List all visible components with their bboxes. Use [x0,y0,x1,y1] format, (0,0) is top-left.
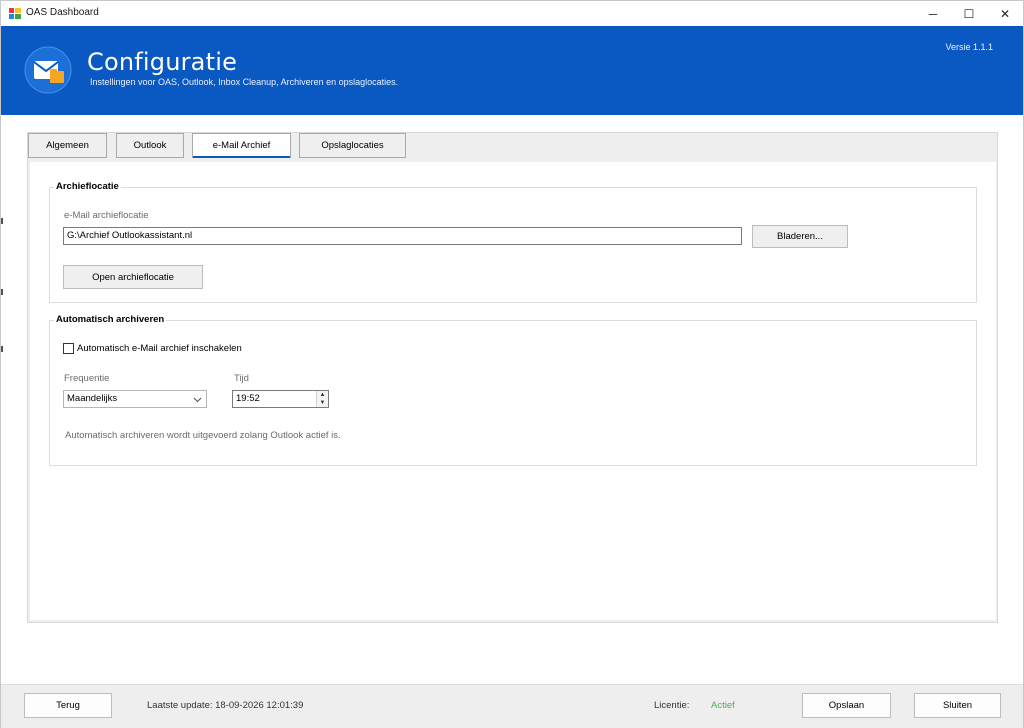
frequency-label: Frequentie [64,373,110,384]
page-title: Configuratie [87,48,238,76]
mail-logo-icon [24,46,72,94]
tab-algemeen[interactable]: Algemeen [28,133,107,158]
app-window: OAS Dashboard ─ ☐ ✕ Configuratie Instell… [0,0,1024,728]
spin-up-icon[interactable]: ▲ [317,391,328,399]
version-label: Versie 1.1.1 [945,42,993,52]
header-banner: Configuratie Instellingen voor OAS, Outl… [1,26,1023,115]
tab-label: e-Mail Archief [212,140,271,151]
save-button[interactable]: Opslaan [802,693,891,718]
spin-down-icon[interactable]: ▼ [317,399,328,407]
time-picker[interactable]: 19:52 ▲ ▼ [232,390,329,408]
browse-button[interactable]: Bladeren... [752,225,848,248]
window-title: OAS Dashboard [26,7,99,18]
close-window-button[interactable]: ✕ [987,1,1023,26]
maximize-icon: ☐ [963,6,975,21]
app-icon [9,8,21,19]
close-icon: ✕ [999,6,1011,21]
time-spinner[interactable]: ▲ ▼ [316,391,328,407]
auto-archive-checkbox[interactable] [63,343,74,354]
tab-email-archief[interactable]: e-Mail Archief [192,133,291,158]
browse-button-label: Bladeren... [777,231,823,242]
archive-path-input[interactable]: G:\Archief Outlookassistant.nl [63,227,742,245]
tab-label: Algemeen [46,140,89,151]
close-button[interactable]: Sluiten [914,693,1001,718]
maximize-button[interactable]: ☐ [951,1,987,26]
edge-mark [1,346,3,352]
minimize-icon: ─ [928,6,938,21]
page-subtitle: Instellingen voor OAS, Outlook, Inbox Cl… [90,77,399,87]
archive-location-title: Archieflocatie [54,181,121,192]
save-button-label: Opslaan [828,700,865,711]
archive-path-label: e-Mail archieflocatie [64,210,149,221]
auto-archive-checkbox-label[interactable]: Automatisch e-Mail archief inschakelen [77,343,242,354]
open-archive-location-label: Open archieflocatie [92,271,174,283]
tab-label: Outlook [133,140,167,151]
minimize-button[interactable]: ─ [915,1,951,26]
edge-mark [1,289,3,295]
time-label: Tijd [234,373,249,384]
license-label: Licentie: [654,700,690,711]
auto-archive-title: Automatisch archiveren [54,314,167,325]
back-button[interactable]: Terug [24,693,112,718]
footer-bar: Terug Laatste update: 18-09-2026 12:01:3… [1,684,1023,728]
tab-label: Opslaglocaties [321,140,384,151]
frequency-value: Maandelijks [67,393,118,404]
tab-opslaglocaties[interactable]: Opslaglocaties [299,133,406,158]
frequency-select[interactable]: Maandelijks [63,390,207,408]
back-button-label: Terug [56,700,80,711]
edge-mark [1,218,3,224]
open-archive-location-button[interactable]: Open archieflocatie [63,265,203,289]
chevron-down-icon [193,397,202,403]
auto-archive-note: Automatisch archiveren wordt uitgevoerd … [65,430,341,441]
close-button-label: Sluiten [942,700,973,711]
last-update-text: Laatste update: 18-09-2026 12:01:39 [147,700,304,711]
title-bar: OAS Dashboard ─ ☐ ✕ [1,1,1023,26]
time-value: 19:52 [236,393,260,404]
tab-outlook[interactable]: Outlook [116,133,184,158]
license-status: Actief [711,700,735,711]
